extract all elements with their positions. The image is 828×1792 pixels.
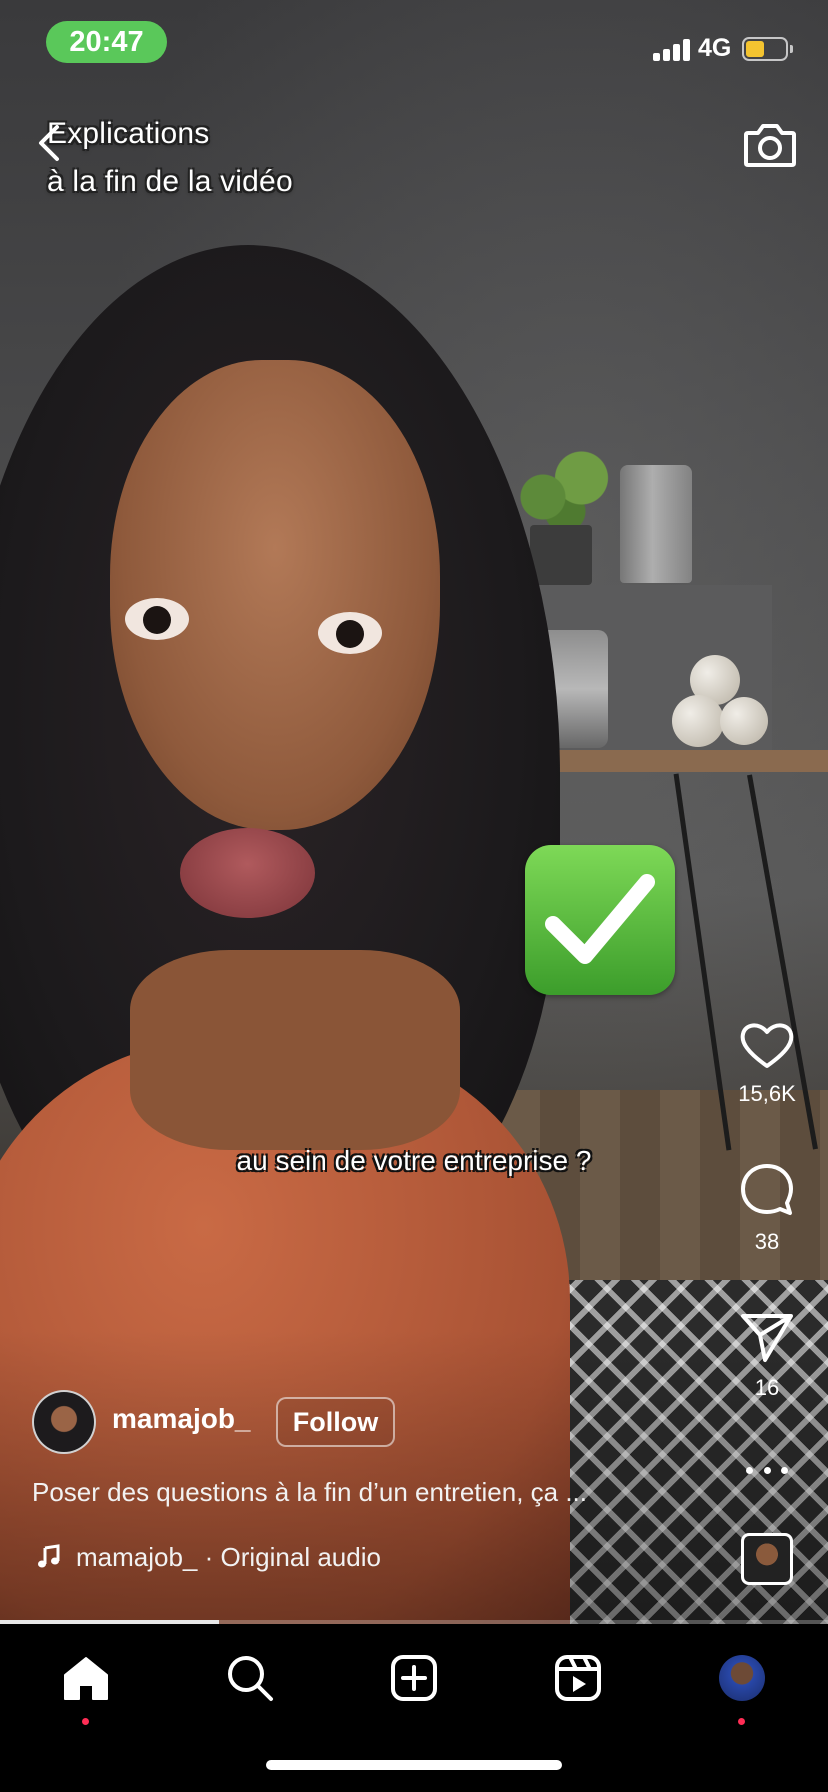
more-options-button[interactable] (746, 1455, 788, 1485)
heart-icon (740, 1023, 794, 1068)
network-type: 4G (698, 34, 732, 62)
profile-avatar (719, 1655, 765, 1701)
comment-icon (741, 1164, 793, 1215)
camera-button[interactable] (740, 115, 800, 175)
like-button[interactable]: 15,6K (726, 1020, 808, 1107)
audio-thumbnail-button[interactable] (741, 1533, 793, 1585)
battery-icon (742, 37, 788, 61)
video-plant (510, 440, 620, 535)
status-time: 20:47 (46, 21, 167, 63)
video-decor-ball (672, 695, 724, 747)
more-dots-icon (746, 1466, 753, 1474)
person-eye (125, 598, 189, 640)
video-overlay-text-line1: Explications (47, 117, 210, 150)
chevron-left-icon (39, 125, 59, 161)
home-indicator (266, 1760, 562, 1770)
video-subtitle: au sein de votre entreprise ? (236, 1145, 592, 1176)
like-count: 15,6K (738, 1081, 796, 1106)
person-eye (318, 612, 382, 654)
reel-video[interactable]: Explications à la fin de la vidéo au sei… (0, 0, 828, 1624)
music-note-icon (38, 1544, 60, 1568)
battery-tip (790, 45, 793, 53)
author-avatar[interactable] (32, 1390, 96, 1454)
video-table (530, 750, 828, 772)
audio-label[interactable]: mamajob_ · Original audio (76, 1542, 381, 1573)
person-face (110, 360, 440, 830)
signal-icon (653, 37, 691, 61)
notification-dot (738, 1718, 745, 1725)
send-icon (741, 1314, 793, 1362)
video-decor-ball (720, 697, 768, 745)
video-overlay-text-line2: à la fin de la vidéo (47, 165, 293, 198)
more-dots-icon (781, 1466, 788, 1474)
video-plant-pot (530, 525, 592, 585)
check-mark-icon (545, 874, 655, 964)
video-vase (620, 465, 692, 583)
home-icon (64, 1657, 108, 1700)
post-caption[interactable]: Poser des questions à la fin d’un entret… (32, 1477, 587, 1508)
back-button[interactable] (28, 118, 68, 168)
tab-home[interactable] (56, 1648, 116, 1725)
battery-level (746, 41, 764, 57)
author-username[interactable]: mamajob_ (112, 1403, 251, 1435)
more-dots-icon (763, 1466, 771, 1474)
tab-create[interactable] (384, 1648, 444, 1708)
tab-search[interactable] (220, 1648, 280, 1708)
create-icon (391, 1655, 437, 1701)
tab-profile[interactable] (712, 1648, 772, 1725)
reels-icon (555, 1655, 601, 1701)
follow-button[interactable]: Follow (276, 1397, 395, 1447)
share-count: 16 (754, 1375, 780, 1400)
camera-icon (744, 124, 796, 167)
check-mark-emoji (525, 845, 675, 995)
share-button[interactable]: 16 (726, 1310, 808, 1401)
notification-dot (82, 1718, 89, 1725)
search-icon (228, 1656, 273, 1701)
person-neck (130, 950, 460, 1150)
person-lips (180, 828, 315, 918)
comment-count: 38 (754, 1229, 780, 1254)
comment-button[interactable]: 38 (726, 1162, 808, 1255)
tab-reels[interactable] (548, 1648, 608, 1708)
